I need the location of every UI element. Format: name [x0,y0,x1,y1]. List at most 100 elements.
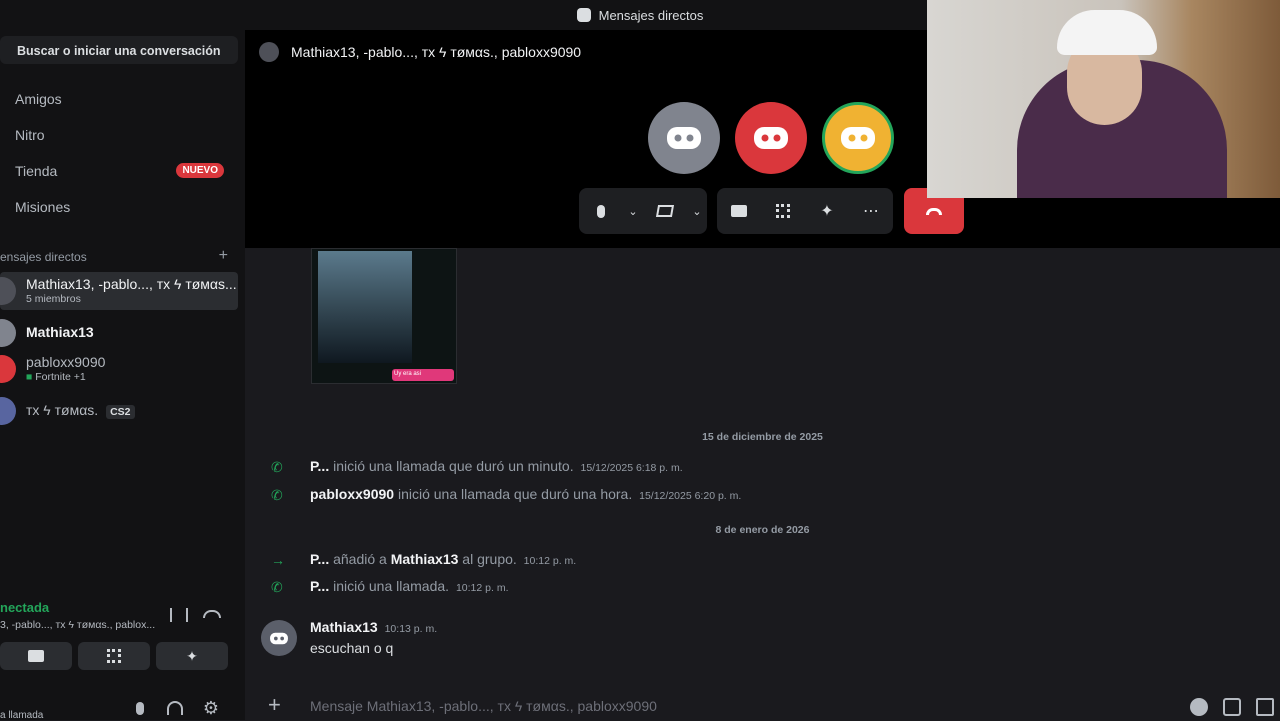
gamepad-icon: ■ [26,371,33,383]
message-composer: + Mensaje Mathiax13, -pablo..., тх ϟ тøм… [252,690,1280,720]
timestamp: 10:12 p. m. [523,555,577,567]
timestamp: 15/12/2025 6:18 p. m. [580,462,683,474]
sidebar: Buscar o iniciar una conversación Amigos… [0,30,245,721]
phone-icon: ✆ [271,579,283,595]
screen-share-icon [731,205,747,217]
nav-label: Nitro [15,127,45,143]
phone-icon: ✆ [271,459,283,475]
timestamp: 10:13 p. m. [384,623,438,635]
add-attachment-button[interactable]: + [268,694,281,716]
system-actor[interactable]: P... [310,551,329,567]
screen-share-icon [28,650,44,662]
avatar[interactable] [261,620,297,656]
webcam-video-tile[interactable] [927,0,1280,198]
nav-item-friends[interactable]: Amigos [0,83,238,115]
more-options-button[interactable]: ⋯ [849,188,893,234]
dm-item-tomas[interactable]: тх ϟ тøмαs. CS2 [0,392,238,430]
noise-suppression-icon[interactable] [170,608,188,622]
camera-options-chevron-icon[interactable]: ⌄ [687,188,707,234]
thumbnail-bubble: Uy era asi [392,369,454,381]
system-actor[interactable]: pabloxx9090 [310,486,394,502]
soundboard-button[interactable]: ✦ [156,642,228,670]
mic-options-chevron-icon[interactable]: ⌄ [623,188,643,234]
avatar [0,397,16,425]
mic-button[interactable] [579,188,623,234]
message-author-row: Mathiax13 10:13 p. m. [310,619,437,635]
system-message: ✆ pabloxx9090 inició una llamada que dur… [245,484,1280,510]
camera-off-button[interactable] [643,188,687,234]
dm-name: Mathiax13 [26,324,94,340]
dm-item-mathiax13[interactable]: Mathiax13 [0,314,238,352]
call-actions: ✦ ⋯ [717,188,893,234]
ellipsis-icon: ⋯ [863,203,879,220]
user-status-text: a llamada [0,710,44,721]
gif-icon[interactable] [1223,698,1241,716]
nav-item-quests[interactable]: Misiones [0,191,238,223]
activity-text: Fortnite +1 [35,371,86,383]
dm-section-header: ensajes directos + [0,248,238,265]
activities-button[interactable] [761,188,805,234]
dm-name: Mathiax13, -pablo..., тх ϟ тøмαs... [26,276,237,292]
system-actor[interactable]: P... [310,458,329,474]
headphones-icon[interactable] [165,698,185,718]
discord-logo-icon [576,8,591,22]
dm-item-pabloxx9090[interactable]: pabloxx9090 ■ Fortnite +1 [0,350,238,388]
soundboard-icon: ✦ [186,647,198,664]
disconnect-icon[interactable] [203,610,221,618]
nav-label: Misiones [15,199,71,215]
mic-icon[interactable] [130,698,150,718]
system-target[interactable]: Mathiax13 [391,551,459,567]
arrow-right-icon: → [271,552,285,568]
webcam-cap [1057,10,1157,55]
phone-icon: ✆ [271,487,283,503]
system-text: inició una llamada que duró un minuto. [333,458,574,474]
gift-icon[interactable] [1256,698,1274,716]
activities-icon [107,649,121,663]
search-conversation-button[interactable]: Buscar o iniciar una conversación [0,36,238,64]
message-author[interactable]: Mathiax13 [310,619,378,635]
image-attachment[interactable]: Uy era asi [311,248,457,384]
discord-icon [667,127,701,149]
date-divider: 8 de enero de 2026 [715,524,810,536]
activities-button[interactable] [78,642,150,670]
dm-activity: ■ Fortnite +1 [26,371,86,383]
call-title: Mathiax13, -pablo..., тх ϟ тøмαs., pablo… [291,44,582,60]
emoji-icon[interactable] [1190,698,1208,716]
message-input[interactable]: Mensaje Mathiax13, -pablo..., тх ϟ тøмαs… [310,698,657,714]
avatar [0,319,16,347]
mic-icon [597,204,605,218]
date-divider: 15 de diciembre de 2025 [702,431,823,443]
chat-messages: Uy era asi 15 de diciembre de 2025 ✆ P..… [245,248,1280,690]
dm-name: pabloxx9090 [26,354,106,370]
system-text: al grupo. [462,551,517,567]
nav-item-nitro[interactable]: Nitro [0,119,238,151]
nav-label: Amigos [15,91,62,107]
timestamp: 15/12/2025 6:20 p. m. [639,490,742,502]
screen-share-button[interactable] [717,188,761,234]
participant-avatar-speaking[interactable] [822,102,894,174]
new-badge: NUEVO [176,163,224,178]
nav-label: Tienda [15,163,58,179]
discord-icon [841,127,875,149]
soundboard-icon: ✦ [820,203,834,220]
dm-item-group[interactable]: Mathiax13, -pablo..., тх ϟ тøмαs... 5 mi… [0,272,238,310]
participant-avatar[interactable] [735,102,807,174]
add-dm-button[interactable]: + [219,248,228,264]
voice-channel: 3, -pablo..., тх ϟ тøмαs., pablox... [0,619,156,631]
system-message: ✆ P... inició una llamada. 10:12 p. m. [245,576,1280,602]
timestamp: 10:12 p. m. [455,582,509,594]
window-title: Mensajes directos [598,7,704,23]
nav-item-shop[interactable]: Tienda NUEVO [0,155,238,187]
dm-header-label: ensajes directos [0,250,87,264]
group-avatar [0,277,16,305]
screen-share-button[interactable] [0,642,72,670]
dm-name-row: тх ϟ тøмαs. CS2 [26,402,135,419]
gear-icon[interactable]: ⚙ [201,698,221,718]
soundboard-button[interactable]: ✦ [805,188,849,234]
system-message: ✆ P... inició una llamada que duró un mi… [245,456,1280,482]
group-icon [259,42,279,62]
system-actor[interactable]: P... [310,578,329,594]
message-content: escuchan o q [310,640,394,656]
media-controls: ⌄ ⌄ [579,188,707,234]
participant-avatar[interactable] [648,102,720,174]
